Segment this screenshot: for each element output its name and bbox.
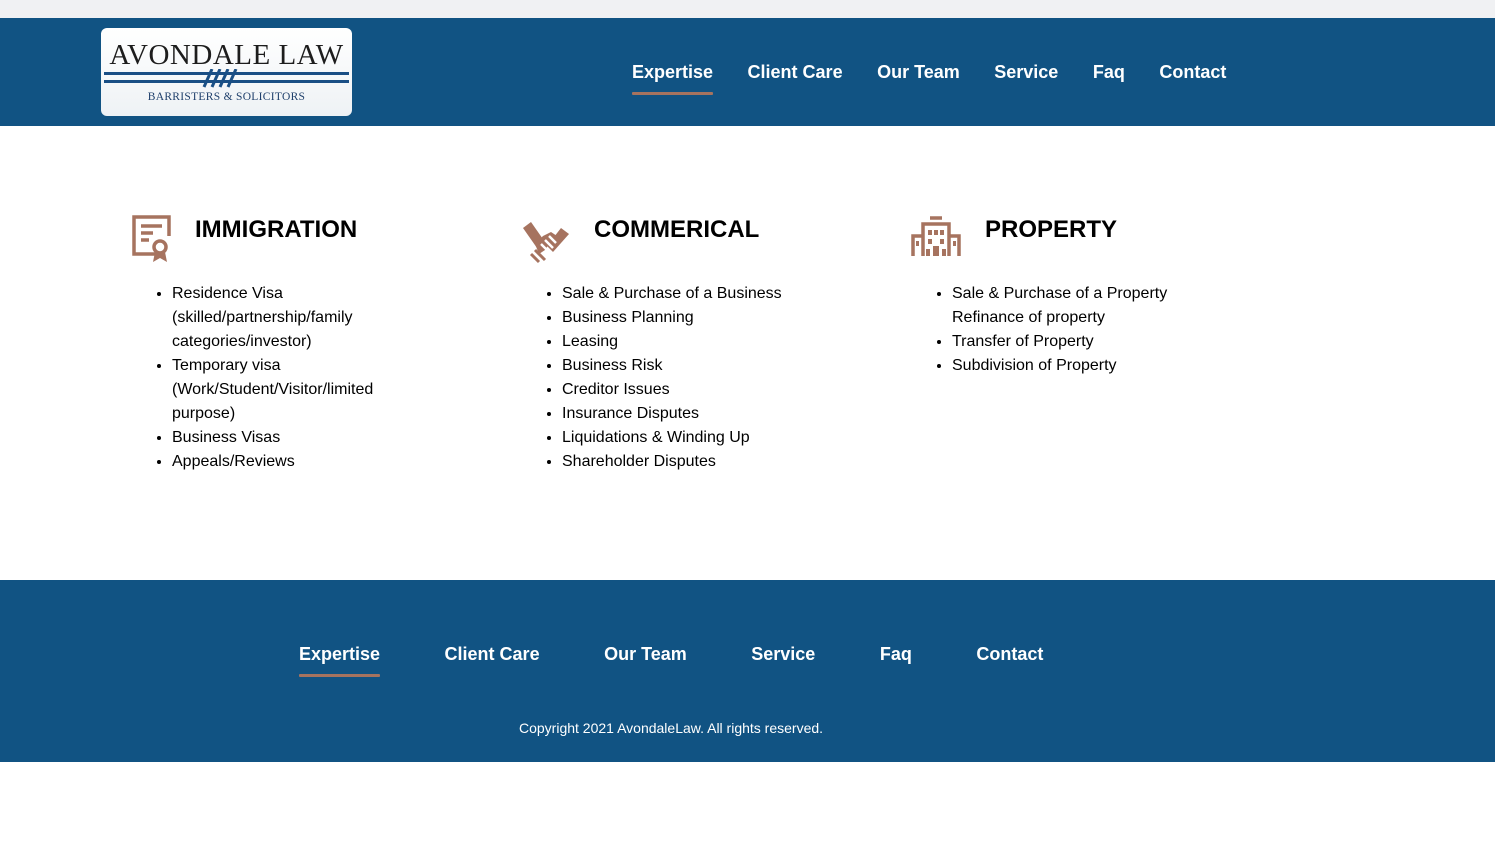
footer-nav-client-care[interactable]: Client Care (445, 644, 540, 665)
list-item: Temporary visa (Work/Student/Visitor/lim… (172, 354, 382, 426)
footer-nav-service[interactable]: Service (751, 644, 815, 665)
section-title: IMMIGRATION (195, 216, 358, 243)
footer-nav-expertise[interactable]: Expertise (299, 644, 381, 677)
footer-nav-faq[interactable]: Faq (880, 644, 912, 665)
list-item: Sale & Purchase of a Business (562, 282, 782, 306)
logo-title: AVONDALE LAW (109, 39, 344, 71)
list-item: Refinance of property (952, 309, 1105, 326)
section-title: PROPERTY (985, 216, 1118, 243)
footer-nav: Expertise Client Care Our Team Service F… (299, 642, 1108, 677)
section-title: COMMERICAL (594, 216, 760, 243)
footer-nav-our-team[interactable]: Our Team (604, 644, 687, 665)
section-commercial: COMMERICAL Sale & Purchase of a Business… (521, 212, 861, 470)
list-item: Appeals/Reviews (172, 450, 382, 474)
site-header: AVONDALE LAW BARRISTERS & SOLICITORS Exp… (0, 18, 1495, 126)
building-icon (911, 216, 961, 256)
list-item: Business Visas (172, 426, 382, 450)
footer-nav-contact[interactable]: Contact (976, 644, 1043, 665)
site-logo[interactable]: AVONDALE LAW BARRISTERS & SOLICITORS (101, 28, 352, 116)
nav-our-team[interactable]: Our Team (877, 62, 960, 83)
browser-top-strip (0, 0, 1495, 18)
handshake-icon (523, 222, 569, 264)
nav-contact[interactable]: Contact (1159, 62, 1226, 83)
nav-expertise[interactable]: Expertise (632, 62, 714, 95)
commercial-list: Sale & Purchase of a Business Business P… (561, 282, 782, 474)
list-item: Sale & Purchase of a Property (952, 282, 1167, 306)
list-item: Shareholder Disputes (562, 450, 782, 474)
list-item: Insurance Disputes (562, 402, 782, 426)
site-footer: Expertise Client Care Our Team Service F… (0, 580, 1495, 762)
section-immigration: IMMIGRATION Residence Visa (skilled/part… (131, 212, 471, 470)
list-item: Liquidations & Winding Up (562, 426, 782, 450)
immigration-list: Residence Visa (skilled/partnership/fami… (171, 282, 382, 474)
property-list: Sale & Purchase of a Property Refinance … (951, 282, 1167, 378)
section-property: PROPERTY Sale & Purchase of a Property R… (911, 212, 1251, 374)
nav-service[interactable]: Service (994, 62, 1058, 83)
nav-faq[interactable]: Faq (1093, 62, 1125, 83)
main-nav: Expertise Client Care Our Team Service F… (632, 18, 1261, 126)
logo-stripes-icon (104, 69, 349, 88)
list-item: Leasing (562, 330, 782, 354)
copyright-text: Copyright 2021 AvondaleLaw. All rights r… (519, 720, 824, 736)
nav-client-care[interactable]: Client Care (748, 62, 843, 83)
logo-tagline: BARRISTERS & SOLICITORS (147, 91, 306, 103)
certificate-icon (132, 215, 171, 262)
list-item: Subdivision of Property (952, 354, 1167, 378)
list-item: Business Risk (562, 354, 782, 378)
list-item: Business Planning (562, 306, 782, 330)
list-item: Transfer of Property (952, 330, 1167, 354)
list-item: Residence Visa (skilled/partnership/fami… (172, 282, 382, 354)
list-item: Creditor Issues (562, 378, 782, 402)
